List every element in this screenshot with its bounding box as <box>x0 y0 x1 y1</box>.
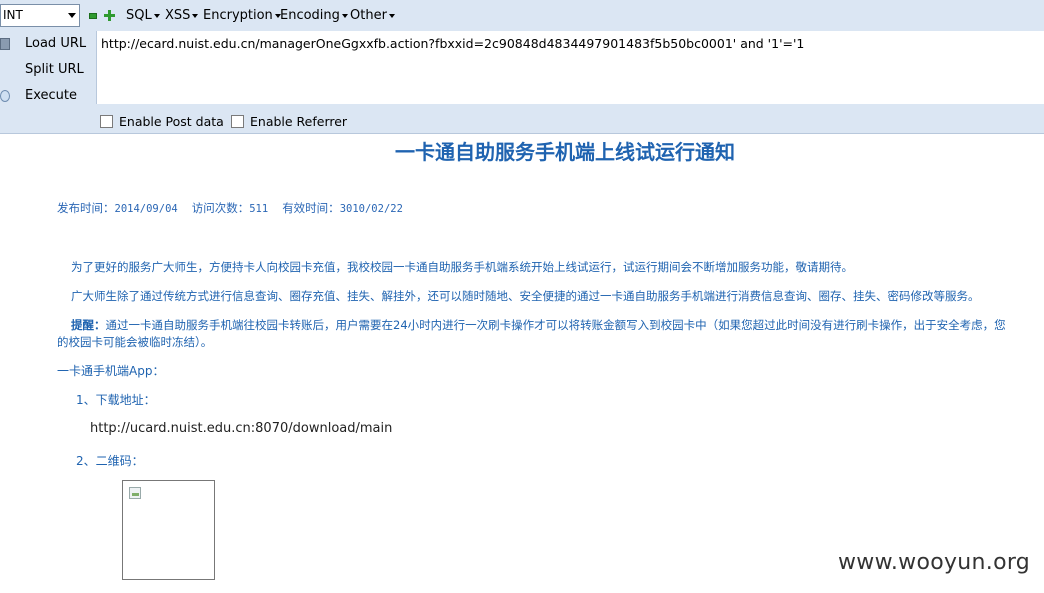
load-url-icon <box>0 38 10 50</box>
caret-down-icon <box>388 13 395 18</box>
menu-sql-label: SQL <box>126 8 152 23</box>
menu-other[interactable]: Other <box>350 8 395 23</box>
qrcode-item-label: 2、二维码： <box>76 454 144 468</box>
menu-encryption-label: Encryption <box>203 8 273 23</box>
qrcode-image <box>122 480 215 580</box>
checkbox-box[interactable] <box>100 115 113 128</box>
execute-icon <box>0 90 10 102</box>
checkbox-box[interactable] <box>231 115 244 128</box>
minus-icon[interactable] <box>89 13 97 19</box>
publish-label: 发布时间： <box>57 201 115 215</box>
load-url-button[interactable]: Load URL <box>0 34 92 54</box>
paragraph-3: 提醒：通过一卡通自助服务手机端往校园卡转账后，用户需要在24小时内进行一次刷卡操… <box>71 317 1006 333</box>
enable-referrer-label: Enable Referrer <box>250 114 348 129</box>
split-url-label: Split URL <box>25 62 84 77</box>
plus-icon[interactable] <box>104 10 115 21</box>
load-url-label: Load URL <box>25 36 87 51</box>
execute-button[interactable]: Execute <box>0 86 92 106</box>
hackbar-toolbar: INT SQL XSS Encryption Encoding Other <box>0 0 1044 31</box>
broken-image-icon <box>129 487 141 499</box>
split-url-button[interactable]: Split URL <box>0 60 92 80</box>
enable-post-label: Enable Post data <box>119 114 224 129</box>
app-section-title: 一卡通手机端App： <box>57 364 165 378</box>
paragraph-3-line-1: 通过一卡通自助服务手机端往校园卡转账后，用户需要在24小时内进行一次刷卡操作才可… <box>105 318 1006 332</box>
menu-encoding[interactable]: Encoding <box>280 8 348 23</box>
paragraph-3-line-2: 的校园卡可能会被临时冻结）。 <box>57 335 213 349</box>
menu-xss-label: XSS <box>165 8 191 23</box>
chevron-down-icon <box>68 13 76 18</box>
article-meta: 发布时间：2014/09/04 访问次数：511 有效时间：3010/02/22 <box>57 200 403 216</box>
caret-down-icon <box>192 13 199 18</box>
paragraph-2: 广大师生除了通过传统方式进行信息查询、圈存充值、挂失、解挂外，还可以随时随地、安… <box>71 289 980 303</box>
menu-xss[interactable]: XSS <box>165 8 199 23</box>
execute-label: Execute <box>25 88 77 103</box>
reminder-label: 提醒： <box>71 318 106 332</box>
menu-other-label: Other <box>350 8 387 23</box>
valid-label: 有效时间： <box>282 201 340 215</box>
caret-down-icon <box>341 13 348 18</box>
split-url-icon <box>0 64 10 76</box>
page-title: 一卡通自助服务手机端上线试运行通知 <box>395 140 735 164</box>
visits-label: 访问次数： <box>191 201 250 215</box>
menu-encoding-label: Encoding <box>280 8 340 23</box>
url-input[interactable]: http://ecard.nuist.edu.cn/managerOneGgxx… <box>96 31 1044 104</box>
hackbar-panel: Load URL Split URL Execute http://ecard.… <box>0 31 1044 134</box>
watermark: www.wooyun.org <box>838 550 1031 575</box>
menu-encryption[interactable]: Encryption <box>203 8 281 23</box>
paragraph-1: 为了更好的服务广大师生，方便持卡人向校园卡充值，我校校园一卡通自助服务手机端系统… <box>71 260 853 274</box>
caret-down-icon <box>153 13 160 18</box>
visits-count: 511 <box>249 203 269 215</box>
download-item-label: 1、下载地址： <box>76 393 156 407</box>
publish-date: 2014/09/04 <box>114 203 178 215</box>
menu-sql[interactable]: SQL <box>126 8 160 23</box>
type-select-value: INT <box>3 8 23 22</box>
url-input-value: http://ecard.nuist.edu.cn/managerOneGgxx… <box>101 36 805 51</box>
valid-date: 3010/02/22 <box>339 203 403 215</box>
download-url[interactable]: http://ucard.nuist.edu.cn:8070/download/… <box>90 421 392 436</box>
type-select[interactable]: INT <box>0 4 80 27</box>
